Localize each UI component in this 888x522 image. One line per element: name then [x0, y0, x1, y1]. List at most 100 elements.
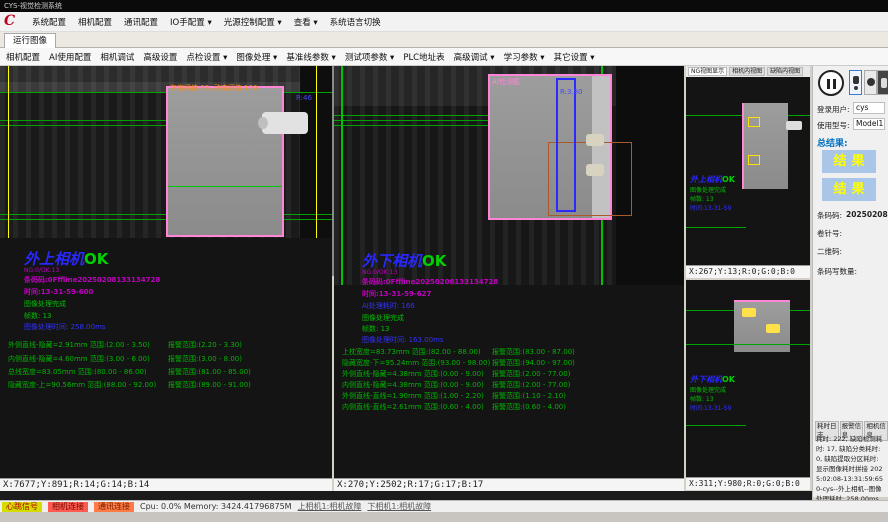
tab-defect-inner-view[interactable]: 缺陷内视图 [767, 67, 803, 76]
measure-row: 总线宽度=83.05mm 范围:(80.00 - 86.00) [8, 367, 147, 377]
alarm-range: 报警范围:(89.00 - 91.00) [168, 380, 251, 390]
result-box-2: 结果 [822, 178, 876, 201]
window-titlebar: CYS-视觉检测系统 [0, 0, 888, 12]
measure-row: 外侧直线-隐藏=4.38mm 范围:(0.00 - 9.00) [342, 369, 484, 379]
highlight-spot-2 [766, 324, 780, 333]
pause-icon [833, 79, 836, 89]
tool-ai-use-config[interactable]: AI使用配置 [49, 51, 91, 63]
tool-advanced-settings[interactable]: 高级设置 [143, 51, 177, 63]
tool-spot-check[interactable]: 点检设置 ▾ [186, 51, 227, 63]
roi-blue-rect [556, 78, 576, 212]
menu-bar: C 系统配置 相机配置 通讯配置 IO手配置 ▾ 光源控制配置 ▾ 查看 ▾ 系… [0, 12, 888, 32]
camera-name-text: 外下相机 [690, 375, 722, 384]
product-surface [168, 88, 282, 235]
r-value-label: R:46 [296, 94, 312, 102]
alarm-range: 报警范围:(0.60 - 4.00) [492, 402, 566, 412]
measure-row: 隐藏宽度-上=90.56mm 范围:(88.00 - 92.00) [8, 380, 156, 390]
process-done-line: 图像处理完成 [362, 313, 404, 323]
tool-advanced-debug[interactable]: 高级调试 ▾ [454, 51, 495, 63]
pause-icon [827, 79, 830, 89]
measure-row: 外侧直线-隐藏=2.91mm 范围:(2.00 - 3.50) [8, 340, 150, 350]
thumb-view-1[interactable]: 外上相机OK 图像处理完成 帧数: 13 时间:13-31-59 [686, 77, 810, 265]
alarm-range: 报警范围:(94.00 - 97.00) [492, 358, 575, 368]
ng-stat-line: NG:0/OK:13 [24, 267, 59, 274]
gripper-arm [262, 112, 308, 134]
write-count-label: 条码写数量: [817, 266, 857, 277]
menu-io-config[interactable]: IO手配置 ▾ [170, 16, 212, 28]
tab-camera-inner-view[interactable]: 相机内视图 [729, 67, 765, 76]
measure-row: 内侧直线-隐藏=4.60mm 范围:(3.00 - 6.00) [8, 354, 150, 364]
tool-image-process[interactable]: 图像处理 ▾ [236, 51, 277, 63]
overlay-line [686, 344, 810, 345]
pause-button[interactable] [818, 70, 844, 96]
yellow-roi-1 [748, 117, 760, 127]
tool-learning-params[interactable]: 学习参数 ▾ [504, 51, 545, 63]
camera-name-text: 外上相机 [24, 250, 84, 268]
measure-row: 内侧直线-隐藏=4.38mm 范围:(0.00 - 9.00) [342, 380, 484, 390]
upper-camera-fault-link[interactable]: 上相机1:相机故障 [298, 501, 362, 512]
tool-baseline-params[interactable]: 基准线参数 ▾ [286, 51, 335, 63]
tool-camera-config[interactable]: 相机配置 [6, 51, 40, 63]
camera-lens-icon [854, 86, 858, 90]
measure-row: 外侧直线-直线=1.90mm 范围:(1.00 - 2.20) [342, 391, 484, 401]
login-user-field[interactable]: cys [853, 102, 885, 114]
tab-ng-view[interactable]: NG视图显示 [688, 67, 727, 76]
bright-spot-2 [586, 164, 604, 176]
thumb-view-2[interactable]: 外下相机OK 图像处理完成 帧数: 13 时间:13-31-59 [686, 280, 810, 477]
overlay-line [686, 425, 746, 426]
alarm-range: 报警范围:(3.00 - 8.00) [168, 354, 242, 364]
thumb-line: 图像处理完成 [690, 387, 726, 395]
power-button[interactable] [877, 70, 888, 95]
result-title: 外上相机OK [24, 248, 108, 269]
camera-view-upper-outer[interactable]: 灰度阈值:93, 动态阈值:100 R:46 外上相机OK NG:0/OK:13… [0, 66, 332, 478]
thumb-time-line: 时间:13-31-59 [690, 205, 731, 213]
ok-flag-text: OK [422, 252, 446, 270]
tool-plc-address[interactable]: PLC地址表 [403, 51, 444, 63]
overlay-line-h2 [0, 120, 166, 121]
pixel-coords-left: X:7677;Y:891;R:14;G:14;B:14 [0, 478, 332, 491]
camera-image-left[interactable]: 灰度阈值:93, 动态阈值:100 R:46 [0, 66, 332, 238]
time-line: 时间:13-31-59-600 [24, 287, 93, 297]
alarm-range: 报警范围:(81.00 - 85.00) [168, 367, 251, 377]
tool-test-params[interactable]: 测试项参数 ▾ [345, 51, 394, 63]
process-done-line: 图像处理完成 [24, 299, 66, 309]
menu-light-config[interactable]: 光源控制配置 ▾ [224, 16, 282, 28]
thumb-time-line: 时间:13-31-59 [690, 405, 731, 413]
overlay-line-h2 [334, 120, 490, 121]
camera-mode-button[interactable] [849, 70, 862, 95]
thumb-result-title: 外下相机OK [690, 375, 735, 385]
thumb-line: 帧数: 13 [690, 196, 714, 204]
highlight-spot-1 [742, 308, 756, 317]
menu-language-switch[interactable]: 系统语言切换 [330, 16, 381, 28]
monitor-button[interactable] [864, 70, 877, 95]
tool-camera-debug[interactable]: 相机调试 [100, 51, 134, 63]
frame-count-line: 帧数: 13 [24, 311, 52, 321]
ai-time-line: AI处理耗时: 166 [362, 301, 415, 311]
thumb-result-title: 外上相机OK [690, 175, 735, 185]
lower-camera-fault-link[interactable]: 下相机1:相机故障 [367, 501, 431, 512]
overlay-green-line-left [341, 66, 343, 285]
menu-camera-config[interactable]: 相机配置 [78, 16, 112, 28]
tab-run-image[interactable]: 运行图像 [4, 33, 56, 48]
tool-other-settings[interactable]: 其它设置 ▾ [554, 51, 595, 63]
barcode-line: 条码码:0Fffline20250208133134728 [24, 275, 160, 285]
menu-view[interactable]: 查看 ▾ [294, 16, 318, 28]
r-value-label: R:3.80 [560, 88, 583, 96]
control-panel: 登录用户: cys 使用型号: Model1 总结果: 结果 结果 条码码: 2… [812, 66, 888, 497]
gripper-tip [258, 117, 268, 129]
barcode-value: 20250208 [846, 210, 888, 219]
time-line: 时间:13-31-59-627 [362, 289, 431, 299]
pixel-coords-thumb1: X:267;Y:13;R:0;G:0;B:0 [686, 265, 810, 278]
model-field[interactable]: Model1 [853, 118, 885, 130]
window-title: CYS-视觉检测系统 [4, 2, 62, 10]
menu-comm-config[interactable]: 通讯配置 [124, 16, 158, 28]
log-text: 耗时: 222, 缺陷检测耗时: 17, 缺陷分类耗时: 0, 缺陷提取分区耗时… [816, 434, 887, 494]
menu-system-config[interactable]: 系统配置 [32, 16, 66, 28]
status-bar: 心跳信号 相机连接 通讯连接 Cpu: 0.0% Memory: 3424.41… [0, 500, 888, 512]
measure-row: 上枕宽度=83.73mm 范围:(82.00 - 88.00) [342, 347, 481, 357]
camera-view-lower-outer[interactable]: AI检测框 R:3.80 外下相机OK NG:0/OK:13 条码码:0Fffl… [334, 66, 684, 478]
camera-link-indicator: 相机连接 [48, 502, 88, 512]
measure-row: 内侧直线-直线=2.61mm 范围:(0.60 - 4.00) [342, 402, 484, 412]
measure-row: 隐藏宽度-下=95.24mm 范围:(93.00 - 98.00) [342, 358, 490, 368]
cpu-memory-text: Cpu: 0.0% Memory: 3424.41796875M [140, 502, 292, 511]
